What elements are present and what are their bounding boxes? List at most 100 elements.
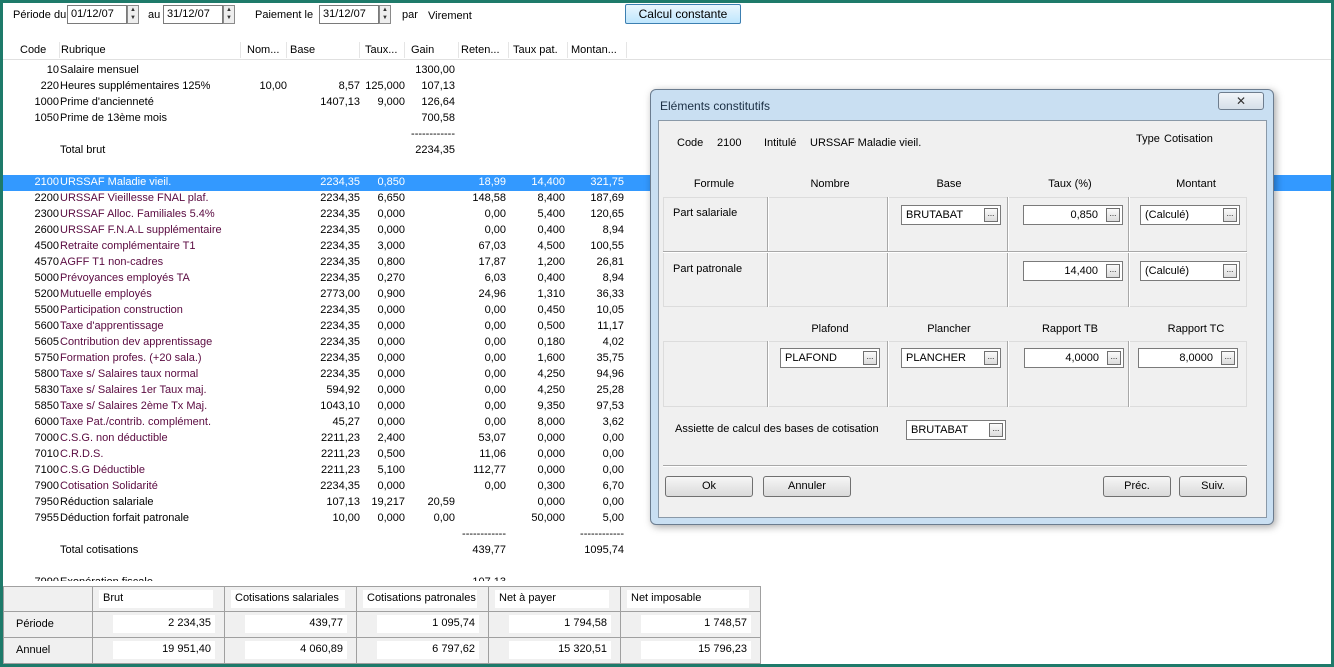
cell-code: 5500 [34,304,59,316]
cell-code: 2300 [34,208,59,220]
cell-base: 45,27 [332,416,360,428]
cell-taux: 9,000 [377,96,405,108]
cell-base: 2234,35 [320,272,360,284]
cell-label: Contribution dev apprentissage [60,336,213,348]
column-header[interactable]: Gain [411,42,459,58]
cell-tauxpat: 1,310 [537,288,565,300]
annuler-button[interactable]: Annuler [763,476,851,497]
periode-label: Période du [13,9,67,21]
table-row[interactable]: Total cotisations 439,77 1095,74 [3,543,1331,559]
summary-divider [4,637,760,638]
browse-icon[interactable]: ... [1106,208,1120,222]
table-row[interactable]: 7990Exonération fiscale 107,13 [3,575,1331,581]
cell-code: 5605 [34,336,59,348]
cell-reten: 17,87 [478,256,506,268]
table-row[interactable]: 10 Salaire mensuel 1300,00 [3,63,1331,79]
column-header[interactable]: Taux pat. [513,42,568,58]
column-header[interactable]: Reten... [461,42,509,58]
cell-gain: 20,59 [427,496,455,508]
date-paiement-spinner[interactable]: ▲ ▼ [379,5,391,24]
intitule-label: Intitulé [764,137,797,149]
cell-label: Salaire mensuel [60,64,139,76]
date-to-spinner[interactable]: ▲ ▼ [223,5,235,24]
column-header[interactable]: Rubrique [61,42,241,58]
montant-patronal-field[interactable]: (Calculé) ... [1140,261,1240,281]
cell-label: Exonération fiscale [60,576,153,581]
rapport-tb-field[interactable]: 4,0000 ... [1024,348,1124,368]
cell-tauxpat: 0,450 [537,304,565,316]
cell-code: 5850 [34,400,59,412]
cell-base: 2234,35 [320,480,360,492]
date-paiement-input[interactable]: 31/12/07 [319,5,379,24]
suivant-button[interactable]: Suiv. [1179,476,1247,497]
taux-salarial-field[interactable]: 0,850 ... [1023,205,1123,225]
cell-base: 2234,35 [320,352,360,364]
browse-icon[interactable]: ... [1223,208,1237,222]
column-header[interactable]: Code [20,42,60,58]
browse-icon[interactable]: ... [1221,351,1235,365]
cell-tauxpat: 8,400 [537,192,565,204]
cell-montant: 5,00 [602,512,624,524]
ok-button[interactable]: Ok [665,476,753,497]
column-header[interactable]: Montan... [571,42,627,58]
cell-gain: 2234,35 [415,144,455,156]
browse-icon[interactable]: ... [863,351,877,365]
annuel-row-label: Annuel [16,644,51,656]
browse-icon[interactable]: ... [984,351,998,365]
cell-reten: 18,99 [478,176,506,188]
cell-taux: 0,000 [377,512,405,524]
calcul-constante-button[interactable]: Calcul constante [625,4,741,24]
summary-value: 19 951,40 [113,641,215,659]
cell-montant: 8,94 [602,272,624,284]
cell-label: Participation construction [60,304,183,316]
column-header[interactable]: Taux... [365,42,405,58]
date-to-input[interactable]: 31/12/07 [163,5,223,24]
cell-label: Formation profes. (+20 sala.) [60,352,202,364]
part-salariale-label: Part salariale [673,207,738,219]
plancher-field[interactable]: PLANCHER ... [901,348,1001,368]
cell-nom: 10,00 [259,80,287,92]
taux-patronal-field[interactable]: 14,400 ... [1023,261,1123,281]
table-row[interactable] [3,559,1331,575]
cell-reten: 24,96 [478,288,506,300]
cell-label: URSSAF Vieillesse FNAL plaf. [60,192,209,204]
cell-tauxpat: 1,600 [537,352,565,364]
rapport-tc-field[interactable]: 8,0000 ... [1138,348,1238,368]
cell-code: 10 [46,64,59,76]
plafond-field[interactable]: PLAFOND ... [780,348,880,368]
summary-divider [488,587,489,663]
cell-gain: 0,00 [433,512,455,524]
base-salariale-field[interactable]: BRUTABAT ... [901,205,1001,225]
cell-label: AGFF T1 non-cadres [60,256,164,268]
browse-icon[interactable]: ... [1106,264,1120,278]
header-rapport-tb: Rapport TB [1041,323,1099,335]
browse-icon[interactable]: ... [984,208,998,222]
browse-icon[interactable]: ... [1107,351,1121,365]
cell-label: C.R.D.S. [60,448,104,460]
close-icon[interactable]: ✕ [1218,92,1264,110]
part-patronale-label: Part patronale [673,263,743,275]
precedent-button[interactable]: Préc. [1103,476,1171,497]
cell-taux: 0,900 [377,288,405,300]
cell-label: Prime d'ancienneté [60,96,154,108]
montant-salarial-field[interactable]: (Calculé) ... [1140,205,1240,225]
summary-divider [92,587,93,663]
cell-base: 10,00 [332,512,360,524]
cell-code: 2100 [34,176,59,188]
column-header[interactable]: Nom... [247,42,287,58]
column-header[interactable]: Base [290,42,360,58]
cell-code: 5000 [34,272,59,284]
table-row[interactable]: ------------ ------------ [3,527,1331,543]
browse-icon[interactable]: ... [989,423,1003,437]
cell-label: Mutuelle employés [60,288,152,300]
browse-icon[interactable]: ... [1223,264,1237,278]
summary-divider [4,611,760,612]
type-value: Cotisation [1164,133,1213,145]
assiette-field[interactable]: BRUTABAT ... [906,420,1006,440]
cell-montant: 120,65 [590,208,624,220]
cell-label: Cotisation Solidarité [60,480,158,492]
date-from-input[interactable]: 01/12/07 [67,5,127,24]
cell-base: 1407,13 [320,96,360,108]
cell-montant: 321,75 [590,176,624,188]
date-from-spinner[interactable]: ▲ ▼ [127,5,139,24]
